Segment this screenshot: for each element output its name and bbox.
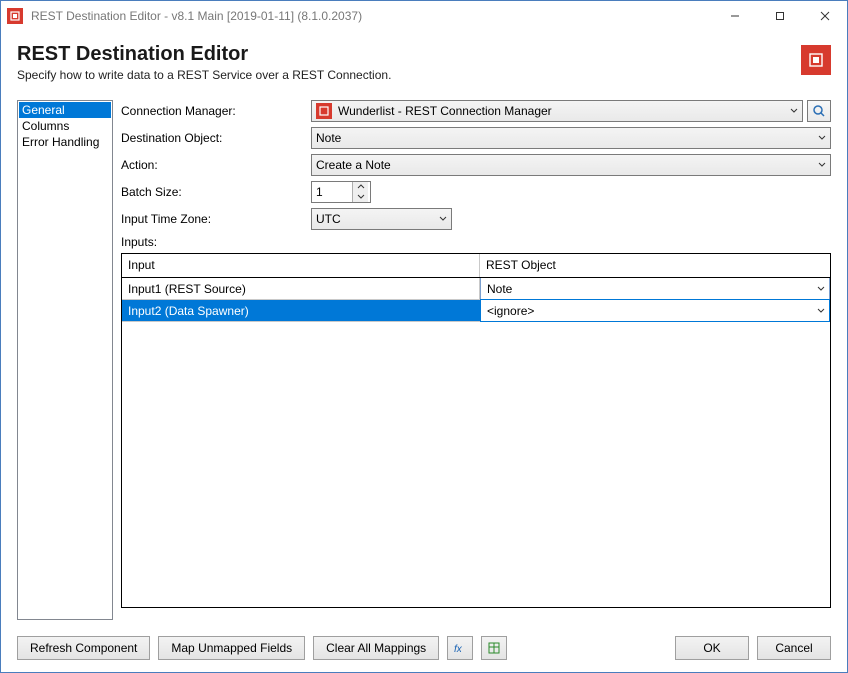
page-subtitle: Specify how to write data to a REST Serv… — [17, 68, 801, 82]
grid-cell-rest-object-value: Note — [487, 282, 512, 296]
destination-object-value: Note — [316, 131, 341, 145]
grid-cell-input: Input1 (REST Source) — [122, 278, 480, 299]
window: REST Destination Editor - v8.1 Main [201… — [0, 0, 848, 673]
action-select[interactable]: Create a Note — [311, 154, 831, 176]
inputs-label: Inputs: — [121, 235, 831, 249]
connection-manager-label: Connection Manager: — [121, 104, 311, 118]
chevron-down-icon — [818, 161, 826, 169]
grid-row[interactable]: Input2 (Data Spawner) <ignore> — [122, 300, 830, 322]
chevron-down-icon — [818, 134, 826, 142]
input-tz-value: UTC — [316, 212, 341, 226]
nav-item-error-handling[interactable]: Error Handling — [19, 134, 111, 150]
nav-item-columns[interactable]: Columns — [19, 118, 111, 134]
chevron-down-icon — [817, 307, 825, 315]
ok-button[interactable]: OK — [675, 636, 749, 660]
close-button[interactable] — [802, 1, 847, 31]
clear-all-mappings-button[interactable]: Clear All Mappings — [313, 636, 439, 660]
batch-size-spinner[interactable] — [311, 181, 371, 203]
connection-manager-value: Wunderlist - REST Connection Manager — [338, 104, 552, 118]
spinner-down-button[interactable] — [353, 192, 368, 202]
chevron-down-icon — [790, 107, 798, 115]
footer: Refresh Component Map Unmapped Fields Cl… — [17, 636, 831, 660]
inputs-grid: Input REST Object Input1 (REST Source) N… — [121, 253, 831, 608]
expression-button[interactable]: fx — [447, 636, 473, 660]
table-icon — [487, 641, 501, 655]
minimize-button[interactable] — [712, 1, 757, 31]
input-tz-label: Input Time Zone: — [121, 212, 311, 226]
map-unmapped-fields-button[interactable]: Map Unmapped Fields — [158, 636, 305, 660]
grid-cell-input: Input2 (Data Spawner) — [122, 300, 480, 321]
grid-col-rest-object[interactable]: REST Object — [480, 254, 830, 277]
action-label: Action: — [121, 158, 311, 172]
batch-size-label: Batch Size: — [121, 185, 311, 199]
titlebar: REST Destination Editor - v8.1 Main [201… — [1, 1, 847, 31]
action-value: Create a Note — [316, 158, 391, 172]
spinner-up-button[interactable] — [353, 182, 368, 192]
grid-header: Input REST Object — [122, 254, 830, 278]
maximize-button[interactable] — [757, 1, 802, 31]
batch-size-input[interactable] — [312, 185, 352, 199]
svg-text:fx: fx — [454, 644, 463, 655]
chevron-down-icon — [439, 215, 447, 223]
cancel-button[interactable]: Cancel — [757, 636, 831, 660]
content: REST Destination Editor Specify how to w… — [1, 31, 847, 630]
main-panel: Connection Manager: Wunderlist - REST Co… — [121, 100, 831, 620]
grid-cell-rest-object-select[interactable]: <ignore> — [480, 299, 830, 322]
grid-col-input[interactable]: Input — [122, 254, 480, 277]
grid-cell-rest-object-value: <ignore> — [487, 304, 534, 318]
nav-item-general[interactable]: General — [19, 102, 111, 118]
grid-cell-rest-object-select[interactable]: Note — [480, 278, 830, 300]
nav-panel: General Columns Error Handling — [17, 100, 113, 620]
page-title: REST Destination Editor — [17, 43, 801, 66]
component-icon — [801, 45, 831, 75]
connection-manager-select[interactable]: Wunderlist - REST Connection Manager — [311, 100, 803, 122]
grid-row[interactable]: Input1 (REST Source) Note — [122, 278, 830, 300]
destination-object-label: Destination Object: — [121, 131, 311, 145]
destination-object-select[interactable]: Note — [311, 127, 831, 149]
refresh-component-button[interactable]: Refresh Component — [17, 636, 150, 660]
app-icon — [7, 8, 23, 24]
magnifier-icon — [812, 104, 826, 118]
input-tz-select[interactable]: UTC — [311, 208, 452, 230]
connection-icon — [316, 103, 332, 119]
browse-connection-button[interactable] — [807, 100, 831, 122]
fx-icon: fx — [453, 641, 467, 655]
documentation-button[interactable] — [481, 636, 507, 660]
chevron-down-icon — [817, 285, 825, 293]
window-title: REST Destination Editor - v8.1 Main [201… — [31, 9, 362, 23]
